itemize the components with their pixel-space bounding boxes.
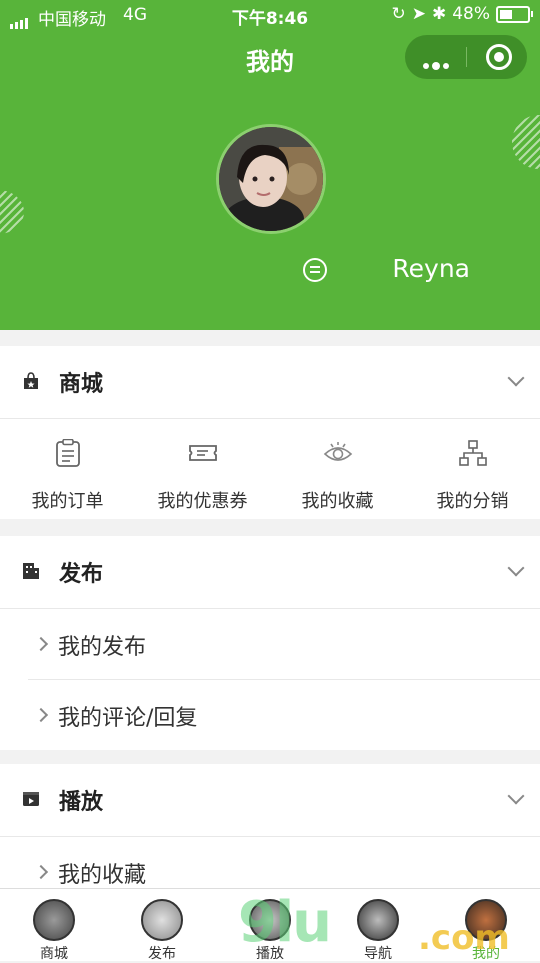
shopping-bag-icon [24,372,38,389]
list-item-label: 我的发布 [58,635,147,660]
mini-program-capsule [405,35,527,79]
building-icon [23,563,39,579]
location-icon: ➤ [411,4,426,24]
video-icon [23,792,39,806]
close-target-icon[interactable] [486,44,512,70]
decorative-circle [512,115,540,169]
avatar-photo [219,127,323,231]
my-orders-item[interactable]: 我的订单 [0,419,135,519]
list-item-label: 我的收藏 [58,863,147,888]
play-section-title: 播放 [59,790,104,815]
my-favorites-label: 我的收藏 [301,491,374,512]
compass-tab-icon [357,899,399,941]
tab-navigation[interactable]: 导航 [324,889,432,962]
tab-label: 发布 [148,946,176,962]
clipboard-icon [55,438,80,467]
bluetooth-icon: ✱ [431,4,447,24]
coupon-icon [188,445,217,461]
switch-account-icon[interactable] [303,258,327,282]
avatar[interactable] [216,124,326,234]
shop-section-title: 商城 [59,372,104,397]
play-section-header[interactable]: 播放 [0,764,540,837]
my-distribution-item[interactable]: 我的分销 [405,419,540,519]
shop-section: 商城 我的订单 我的优惠券 我的收藏 我的分销 [0,346,540,519]
list-item-my-comments[interactable]: 我的评论/回复 [28,680,540,750]
tab-label: 商城 [40,946,68,962]
chat-bubble-tab-icon [141,899,183,941]
play-section: 播放 我的收藏 [0,764,540,888]
profile-header: 我的 Reyna [0,0,540,330]
my-coupons-label: 我的优惠券 [157,491,248,512]
chevron-right-icon [33,636,49,652]
chevron-right-icon [33,707,49,723]
my-distribution-label: 我的分销 [436,491,509,512]
my-coupons-item[interactable]: 我的优惠券 [135,419,270,519]
list-item-my-posts[interactable]: 我的发布 [28,609,540,680]
publish-section: 发布 我的发布 我的评论/回复 [0,536,540,750]
shop-tab-icon [33,899,75,941]
watermark-suffix: .com [418,918,510,958]
chevron-down-icon[interactable] [507,369,525,387]
watermark-logo: 9lu [238,890,332,955]
hierarchy-icon [458,440,487,466]
battery-percent: 48% [452,4,490,24]
list-item-label: 我的评论/回复 [58,706,198,731]
chevron-down-icon[interactable] [507,787,525,805]
capsule-divider [466,47,467,67]
publish-section-title: 发布 [59,562,104,587]
decorative-circle [0,190,24,234]
status-bar: 中国移动 4G 下午8:46 ↻ ➤ ✱ 48% [0,0,540,30]
chevron-down-icon[interactable] [507,559,525,577]
tab-publish[interactable]: 发布 [108,889,216,962]
battery-fill [500,9,513,19]
shop-section-header[interactable]: 商城 [0,346,540,419]
tab-shop[interactable]: 商城 [0,889,108,962]
list-item-my-favorites[interactable]: 我的收藏 [28,837,540,888]
rotation-lock-icon: ↻ [391,4,406,24]
publish-section-header[interactable]: 发布 [0,536,540,609]
username: Reyna [392,254,470,283]
status-right: ↻ ➤ ✱ 48% [391,4,533,24]
tab-label: 导航 [364,946,392,962]
chevron-right-icon [33,864,49,880]
my-orders-label: 我的订单 [31,491,104,512]
battery-icon [496,5,533,23]
more-icon[interactable] [423,54,452,73]
eye-icon [323,442,352,461]
shop-grid: 我的订单 我的优惠券 我的收藏 我的分销 [0,419,540,519]
my-favorites-item[interactable]: 我的收藏 [270,419,405,519]
